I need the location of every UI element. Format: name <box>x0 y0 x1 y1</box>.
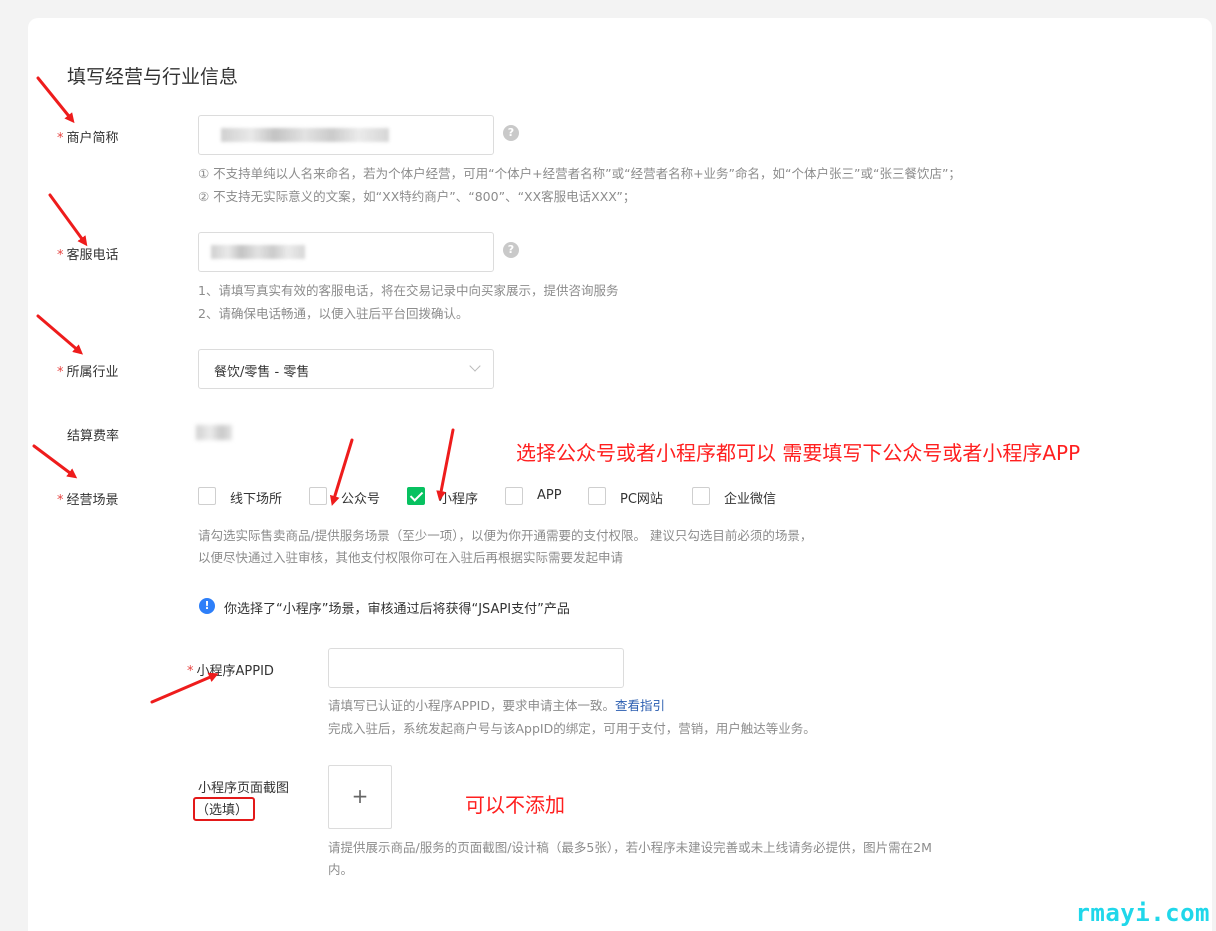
industry-select-value: 餐饮/零售 - 零售 <box>214 365 310 380</box>
settlement-rate-label: 结算费率 <box>67 429 120 444</box>
upload-button[interactable]: + <box>328 765 392 829</box>
service-phone-hint-1: 1、请填写真实有效的客服电话，将在交易记录中向买家展示，提供咨询服务 <box>198 283 619 298</box>
mini-appid-label-text: 小程序APPID <box>196 664 274 679</box>
checkbox-offline-label: 线下场所 <box>230 492 283 507</box>
required-mark: * <box>57 131 64 146</box>
required-mark: * <box>57 493 64 508</box>
guide-link[interactable]: 查看指引 <box>615 698 665 713</box>
scenario-label: * 经营场景 <box>57 489 119 508</box>
annotation-highlight-box <box>193 797 255 821</box>
mini-appid-input[interactable] <box>328 648 624 688</box>
merchant-name-hint-2: ② 不支持无实际意义的文案，如“XX特约商户”、“800”、“XX客服电话XXX… <box>198 189 636 204</box>
scenario-label-text: 经营场景 <box>66 493 119 508</box>
redacted-text <box>221 128 389 142</box>
service-phone-label: * 客服电话 <box>57 244 119 263</box>
mini-appid-hint-1: 请填写已认证的小程序APPID，要求申请主体一致。查看指引 <box>328 695 665 718</box>
industry-select[interactable]: 餐饮/零售 - 零售 <box>198 349 494 389</box>
industry-label-text: 所属行业 <box>66 365 119 380</box>
scenario-hint-2: 以便尽快通过入驻审核，其他支付权限你可在入驻后再根据实际需要发起申请 <box>198 550 624 565</box>
merchant-name-hint-1: ① 不支持单纯以人名来命名，若为个体户经营，可用“个体户+经营者名称”或“经营者… <box>198 166 961 181</box>
service-phone-input[interactable] <box>198 232 494 272</box>
checkbox-wecom-label: 企业微信 <box>724 492 777 507</box>
checkbox-official-account[interactable] <box>309 487 327 505</box>
checkbox-offline[interactable] <box>198 487 216 505</box>
scenario-hint-1: 请勾选实际售卖商品/提供服务场景（至少一项），以便为你开通需要的支付权限。 建议… <box>198 528 813 543</box>
merchant-name-input[interactable] <box>198 115 494 155</box>
merchant-name-label: * 商户简称 <box>57 127 119 146</box>
annotation-scenario-note: 选择公众号或者小程序都可以 需要填写下公众号或者小程序APP <box>516 441 1081 465</box>
mini-appid-label: * 小程序APPID <box>187 660 274 679</box>
help-icon[interactable]: ? <box>503 242 519 258</box>
checkbox-pc-website-label: PC网站 <box>620 492 663 507</box>
mini-screenshot-label: 小程序页面截图 <box>198 781 290 796</box>
redacted-text <box>211 245 305 259</box>
help-icon[interactable]: ? <box>503 125 519 141</box>
scenario-notice: 你选择了“小程序”场景，审核通过后将获得“JSAPI支付”产品 <box>224 602 570 617</box>
required-mark: * <box>57 248 64 263</box>
mini-screenshot-hint-2: 内。 <box>328 862 354 877</box>
redacted-rate <box>196 425 232 440</box>
mini-appid-hint-2: 完成入驻后，系统发起商户号与该AppID的绑定，可用于支付，营销，用户触达等业务… <box>328 721 816 736</box>
annotation-screenshot-note: 可以不添加 <box>465 793 565 817</box>
service-phone-hint-2: 2、请确保电话畅通，以便入驻后平台回拨确认。 <box>198 306 469 321</box>
checkbox-wecom[interactable] <box>692 487 710 505</box>
mini-screenshot-hint-1: 请提供展示商品/服务的页面截图/设计稿（最多5张），若小程序未建设完善或未上线请… <box>328 840 932 855</box>
checkbox-app-label: APP <box>537 488 562 503</box>
section-title: 填写经营与行业信息 <box>67 66 239 88</box>
checkbox-official-account-label: 公众号 <box>341 492 381 507</box>
info-icon: ! <box>199 598 215 614</box>
service-phone-label-text: 客服电话 <box>66 248 119 263</box>
required-mark: * <box>187 664 194 679</box>
required-mark: * <box>57 365 64 380</box>
checkbox-app[interactable] <box>505 487 523 505</box>
watermark: rmayi.com <box>1075 899 1210 927</box>
checkbox-mini-program-label: 小程序 <box>439 492 479 507</box>
checkbox-pc-website[interactable] <box>588 487 606 505</box>
industry-label: * 所属行业 <box>57 361 119 380</box>
checkbox-mini-program[interactable] <box>407 487 425 505</box>
chevron-down-icon <box>469 360 481 372</box>
mini-appid-hint-text: 请填写已认证的小程序APPID，要求申请主体一致。 <box>328 698 615 713</box>
merchant-name-label-text: 商户简称 <box>66 131 119 146</box>
